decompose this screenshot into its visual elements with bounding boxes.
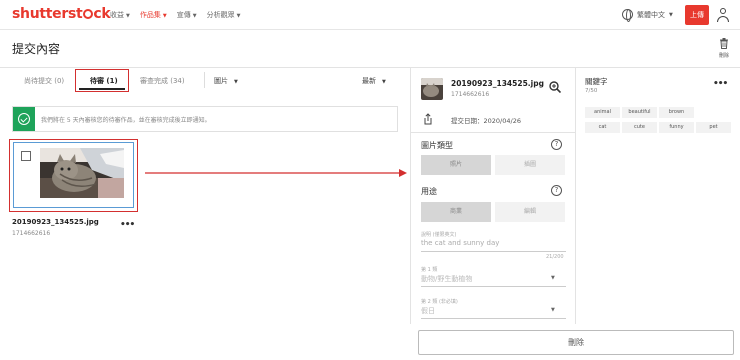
- chevron-down-icon: ▼: [551, 275, 555, 281]
- keywords-count: 7/50: [585, 88, 598, 94]
- submitted-date: 提交日期：2020/04/26: [451, 117, 521, 125]
- annotation-arrow: [145, 169, 407, 177]
- category2-underline: [421, 318, 566, 319]
- upload-button[interactable]: 上傳: [685, 5, 709, 25]
- help-icon[interactable]: ?: [551, 139, 562, 150]
- usage-label: 用途: [421, 187, 437, 196]
- keyword-tag[interactable]: cute: [622, 122, 657, 133]
- usage-editorial-option[interactable]: 編輯: [495, 202, 565, 222]
- zoom-in-icon[interactable]: [549, 81, 561, 93]
- keyword-tag[interactable]: cat: [585, 122, 620, 133]
- chevron-down-icon: ▼: [669, 11, 673, 18]
- divider: [204, 72, 205, 88]
- keyword-tag[interactable]: pet: [696, 122, 731, 133]
- category1-label: 第 1 類: [421, 267, 438, 273]
- description-label: 說明 (僅限英文): [421, 232, 457, 238]
- keyword-tag[interactable]: brown: [659, 107, 694, 118]
- page-title: 提交內容: [12, 42, 61, 56]
- category1-select[interactable]: 動物/野生動植物: [421, 274, 472, 284]
- nav-item-promote[interactable]: 宣傳 ▼: [177, 10, 197, 20]
- divider: [411, 132, 576, 133]
- description-input[interactable]: the cat and sunny day: [421, 239, 499, 247]
- delete-button[interactable]: 刪除: [418, 330, 734, 355]
- select-checkbox[interactable]: [21, 151, 31, 161]
- delete-selected-button[interactable]: 刪除: [716, 38, 732, 59]
- media-type-select[interactable]: 圖片 ▼: [214, 76, 238, 86]
- media-type-value: 圖片: [214, 77, 228, 85]
- trash-icon: [720, 38, 728, 49]
- nav-item-portfolio[interactable]: 作品集 ▼: [140, 10, 167, 20]
- review-notice-banner: 我們將在 5 天內審核您的待審作品，並在審核完成後立即通知。: [12, 106, 398, 132]
- tab-pending[interactable]: 尚待提交 (0): [24, 76, 64, 86]
- chevron-down-icon: ▼: [382, 79, 386, 85]
- media-thumbnail-card[interactable]: [13, 142, 134, 208]
- delete-icon-label: 刪除: [718, 53, 729, 59]
- globe-icon: [622, 9, 633, 22]
- chevron-down-icon: ▼: [236, 13, 241, 19]
- cat-photo-thumbnail: [40, 148, 124, 198]
- user-account-icon[interactable]: [716, 7, 730, 23]
- image-type-label: 圖片類型: [421, 141, 453, 150]
- sort-select[interactable]: 最新 ▼: [362, 76, 386, 86]
- sort-value: 最新: [362, 77, 376, 85]
- image-type-illustration-option[interactable]: 插圖: [495, 155, 565, 175]
- annotation-highlight-box: [75, 69, 129, 92]
- keyword-tag[interactable]: funny: [659, 122, 694, 133]
- shutterstock-logo[interactable]: shutterst ck: [12, 6, 111, 22]
- description-char-counter: 21/200: [546, 254, 564, 260]
- nav-item-earnings[interactable]: 收益 ▼: [110, 10, 130, 20]
- language-selector[interactable]: 繁體中文 ▼: [622, 9, 673, 22]
- chevron-down-icon: ▼: [162, 13, 167, 19]
- keyword-tag[interactable]: animal: [585, 107, 620, 118]
- keywords-title: 關鍵字: [585, 77, 608, 86]
- nav-item-analytics[interactable]: 分析觀眾 ▼: [207, 10, 241, 20]
- chevron-down-icon: ▼: [192, 13, 197, 19]
- more-options-icon[interactable]: •••: [713, 79, 728, 89]
- main-nav: 收益 ▼ 作品集 ▼ 宣傳 ▼ 分析觀眾 ▼: [110, 10, 240, 20]
- file-id: 1714662616: [12, 230, 51, 237]
- chevron-down-icon: ▼: [234, 79, 238, 85]
- cat-photo-small: [421, 78, 443, 100]
- keyword-tag[interactable]: beautiful: [622, 107, 657, 118]
- chevron-down-icon: ▼: [126, 13, 130, 19]
- help-icon[interactable]: ?: [551, 185, 562, 196]
- submission-tabs: 尚待提交 (0) 待審 (1) 審查完成 (34) 圖片 ▼ 最新 ▼: [0, 68, 408, 92]
- description-underline: [421, 251, 566, 252]
- more-options-icon[interactable]: •••: [120, 220, 135, 230]
- detail-file-name: 20190923_134525.jpg: [451, 79, 544, 88]
- category1-underline: [421, 286, 566, 287]
- keywords-panel: 關鍵字 7/50 ••• animal beautiful brown cat …: [575, 68, 740, 324]
- share-icon[interactable]: [423, 113, 433, 125]
- notice-text: 我們將在 5 天內審核您的待審作品，並在審核完成後立即通知。: [41, 117, 211, 124]
- tab-reviewed[interactable]: 審查完成 (34): [140, 76, 185, 86]
- usage-commercial-option[interactable]: 商業: [421, 202, 491, 222]
- category2-label: 第 2 類 (非必填): [421, 299, 458, 305]
- language-label: 繁體中文: [637, 10, 665, 19]
- check-circle-icon: [13, 107, 35, 131]
- chevron-down-icon: ▼: [551, 307, 555, 313]
- image-type-photo-option[interactable]: 照片: [421, 155, 491, 175]
- detail-file-id: 1714662616: [451, 91, 490, 98]
- file-name: 20190923_134525.jpg: [12, 218, 99, 226]
- category2-select[interactable]: 假日: [421, 306, 435, 316]
- media-detail-panel: 20190923_134525.jpg 1714662616 提交日期：2020…: [410, 68, 576, 324]
